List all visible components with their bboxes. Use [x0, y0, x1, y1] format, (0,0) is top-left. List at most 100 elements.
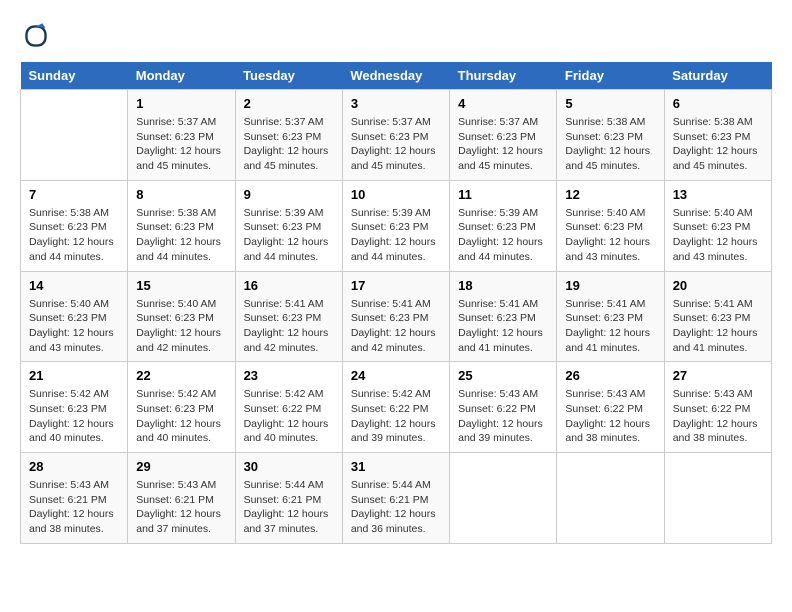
day-info: Sunrise: 5:43 AMSunset: 6:22 PMDaylight:…: [458, 387, 548, 446]
calendar-cell: 13 Sunrise: 5:40 AMSunset: 6:23 PMDayligh…: [664, 180, 771, 271]
calendar-cell: 23 Sunrise: 5:42 AMSunset: 6:22 PMDayligh…: [235, 362, 342, 453]
day-number: 29: [136, 459, 226, 474]
day-number: 31: [351, 459, 441, 474]
day-number: 14: [29, 278, 119, 293]
day-info: Sunrise: 5:43 AMSunset: 6:22 PMDaylight:…: [565, 387, 655, 446]
day-info: Sunrise: 5:38 AMSunset: 6:23 PMDaylight:…: [29, 206, 119, 265]
calendar-week-row: 7Sunrise: 5:38 AMSunset: 6:23 PMDaylight…: [21, 180, 772, 271]
weekday-header: Sunday: [21, 62, 128, 90]
calendar-cell: 11 Sunrise: 5:39 AMSunset: 6:23 PMDayligh…: [450, 180, 557, 271]
day-number: 22: [136, 368, 226, 383]
calendar-cell: 26 Sunrise: 5:43 AMSunset: 6:22 PMDayligh…: [557, 362, 664, 453]
day-number: 30: [244, 459, 334, 474]
day-info: Sunrise: 5:39 AMSunset: 6:23 PMDaylight:…: [458, 206, 548, 265]
calendar-cell: 15 Sunrise: 5:40 AMSunset: 6:23 PMDayligh…: [128, 271, 235, 362]
calendar-cell: 27 Sunrise: 5:43 AMSunset: 6:22 PMDayligh…: [664, 362, 771, 453]
day-number: 12: [565, 187, 655, 202]
day-number: 20: [673, 278, 763, 293]
day-info: Sunrise: 5:42 AMSunset: 6:23 PMDaylight:…: [29, 387, 119, 446]
day-number: 9: [244, 187, 334, 202]
day-info: Sunrise: 5:37 AMSunset: 6:23 PMDaylight:…: [244, 115, 334, 174]
day-number: 27: [673, 368, 763, 383]
day-info: Sunrise: 5:40 AMSunset: 6:23 PMDaylight:…: [673, 206, 763, 265]
weekday-header: Thursday: [450, 62, 557, 90]
day-number: 23: [244, 368, 334, 383]
calendar-cell: 18 Sunrise: 5:41 AMSunset: 6:23 PMDayligh…: [450, 271, 557, 362]
calendar-cell: 24 Sunrise: 5:42 AMSunset: 6:22 PMDayligh…: [342, 362, 449, 453]
logo: [20, 20, 56, 52]
calendar-cell: 29 Sunrise: 5:43 AMSunset: 6:21 PMDayligh…: [128, 453, 235, 544]
day-info: Sunrise: 5:37 AMSunset: 6:23 PMDaylight:…: [351, 115, 441, 174]
calendar-cell: 8Sunrise: 5:38 AMSunset: 6:23 PMDaylight…: [128, 180, 235, 271]
calendar-cell: 10 Sunrise: 5:39 AMSunset: 6:23 PMDayligh…: [342, 180, 449, 271]
day-info: Sunrise: 5:42 AMSunset: 6:22 PMDaylight:…: [244, 387, 334, 446]
weekday-header: Tuesday: [235, 62, 342, 90]
header: [20, 20, 772, 52]
day-number: 19: [565, 278, 655, 293]
calendar-table: SundayMondayTuesdayWednesdayThursdayFrid…: [20, 62, 772, 544]
calendar-week-row: 28 Sunrise: 5:43 AMSunset: 6:21 PMDayligh…: [21, 453, 772, 544]
calendar-cell: 19 Sunrise: 5:41 AMSunset: 6:23 PMDayligh…: [557, 271, 664, 362]
calendar-cell: 6Sunrise: 5:38 AMSunset: 6:23 PMDaylight…: [664, 90, 771, 181]
day-number: 10: [351, 187, 441, 202]
day-number: 16: [244, 278, 334, 293]
day-number: 2: [244, 96, 334, 111]
calendar-week-row: 1 Sunrise: 5:37 AMSunset: 6:23 PMDaylight…: [21, 90, 772, 181]
day-info: Sunrise: 5:40 AMSunset: 6:23 PMDaylight:…: [136, 297, 226, 356]
weekday-header: Wednesday: [342, 62, 449, 90]
day-number: 24: [351, 368, 441, 383]
day-number: 3: [351, 96, 441, 111]
calendar-cell: 28 Sunrise: 5:43 AMSunset: 6:21 PMDayligh…: [21, 453, 128, 544]
calendar-cell: 31 Sunrise: 5:44 AMSunset: 6:21 PMDayligh…: [342, 453, 449, 544]
calendar-cell: 25Sunrise: 5:43 AMSunset: 6:22 PMDayligh…: [450, 362, 557, 453]
day-number: 21: [29, 368, 119, 383]
day-info: Sunrise: 5:42 AMSunset: 6:22 PMDaylight:…: [351, 387, 441, 446]
calendar-week-row: 14 Sunrise: 5:40 AMSunset: 6:23 PMDayligh…: [21, 271, 772, 362]
day-info: Sunrise: 5:43 AMSunset: 6:22 PMDaylight:…: [673, 387, 763, 446]
day-number: 26: [565, 368, 655, 383]
day-number: 17: [351, 278, 441, 293]
weekday-header: Monday: [128, 62, 235, 90]
calendar-cell: 14 Sunrise: 5:40 AMSunset: 6:23 PMDayligh…: [21, 271, 128, 362]
calendar-cell: [557, 453, 664, 544]
day-info: Sunrise: 5:41 AMSunset: 6:23 PMDaylight:…: [458, 297, 548, 356]
day-number: 13: [673, 187, 763, 202]
day-number: 1: [136, 96, 226, 111]
day-number: 28: [29, 459, 119, 474]
day-info: Sunrise: 5:38 AMSunset: 6:23 PMDaylight:…: [136, 206, 226, 265]
day-info: Sunrise: 5:43 AMSunset: 6:21 PMDaylight:…: [136, 478, 226, 537]
calendar-cell: 30 Sunrise: 5:44 AMSunset: 6:21 PMDayligh…: [235, 453, 342, 544]
calendar-cell: 12 Sunrise: 5:40 AMSunset: 6:23 PMDayligh…: [557, 180, 664, 271]
calendar-cell: 7Sunrise: 5:38 AMSunset: 6:23 PMDaylight…: [21, 180, 128, 271]
day-info: Sunrise: 5:43 AMSunset: 6:21 PMDaylight:…: [29, 478, 119, 537]
day-info: Sunrise: 5:37 AMSunset: 6:23 PMDaylight:…: [136, 115, 226, 174]
calendar-cell: 2 Sunrise: 5:37 AMSunset: 6:23 PMDaylight…: [235, 90, 342, 181]
day-info: Sunrise: 5:38 AMSunset: 6:23 PMDaylight:…: [565, 115, 655, 174]
day-number: 11: [458, 187, 548, 202]
day-info: Sunrise: 5:39 AMSunset: 6:23 PMDaylight:…: [351, 206, 441, 265]
calendar-cell: 22Sunrise: 5:42 AMSunset: 6:23 PMDayligh…: [128, 362, 235, 453]
day-info: Sunrise: 5:39 AMSunset: 6:23 PMDaylight:…: [244, 206, 334, 265]
calendar-cell: 16 Sunrise: 5:41 AMSunset: 6:23 PMDayligh…: [235, 271, 342, 362]
day-info: Sunrise: 5:40 AMSunset: 6:23 PMDaylight:…: [29, 297, 119, 356]
day-number: 18: [458, 278, 548, 293]
weekday-header: Friday: [557, 62, 664, 90]
day-info: Sunrise: 5:41 AMSunset: 6:23 PMDaylight:…: [673, 297, 763, 356]
day-info: Sunrise: 5:44 AMSunset: 6:21 PMDaylight:…: [244, 478, 334, 537]
day-info: Sunrise: 5:44 AMSunset: 6:21 PMDaylight:…: [351, 478, 441, 537]
day-number: 6: [673, 96, 763, 111]
calendar-cell: 3 Sunrise: 5:37 AMSunset: 6:23 PMDaylight…: [342, 90, 449, 181]
weekday-header: Saturday: [664, 62, 771, 90]
calendar-cell: 20 Sunrise: 5:41 AMSunset: 6:23 PMDayligh…: [664, 271, 771, 362]
calendar-cell: 4Sunrise: 5:37 AMSunset: 6:23 PMDaylight…: [450, 90, 557, 181]
calendar-cell: 1 Sunrise: 5:37 AMSunset: 6:23 PMDaylight…: [128, 90, 235, 181]
calendar-cell: [21, 90, 128, 181]
day-info: Sunrise: 5:40 AMSunset: 6:23 PMDaylight:…: [565, 206, 655, 265]
day-number: 15: [136, 278, 226, 293]
day-number: 5: [565, 96, 655, 111]
calendar-cell: 9 Sunrise: 5:39 AMSunset: 6:23 PMDaylight…: [235, 180, 342, 271]
day-info: Sunrise: 5:41 AMSunset: 6:23 PMDaylight:…: [244, 297, 334, 356]
day-info: Sunrise: 5:41 AMSunset: 6:23 PMDaylight:…: [565, 297, 655, 356]
logo-icon: [20, 20, 52, 52]
calendar-week-row: 21 Sunrise: 5:42 AMSunset: 6:23 PMDayligh…: [21, 362, 772, 453]
